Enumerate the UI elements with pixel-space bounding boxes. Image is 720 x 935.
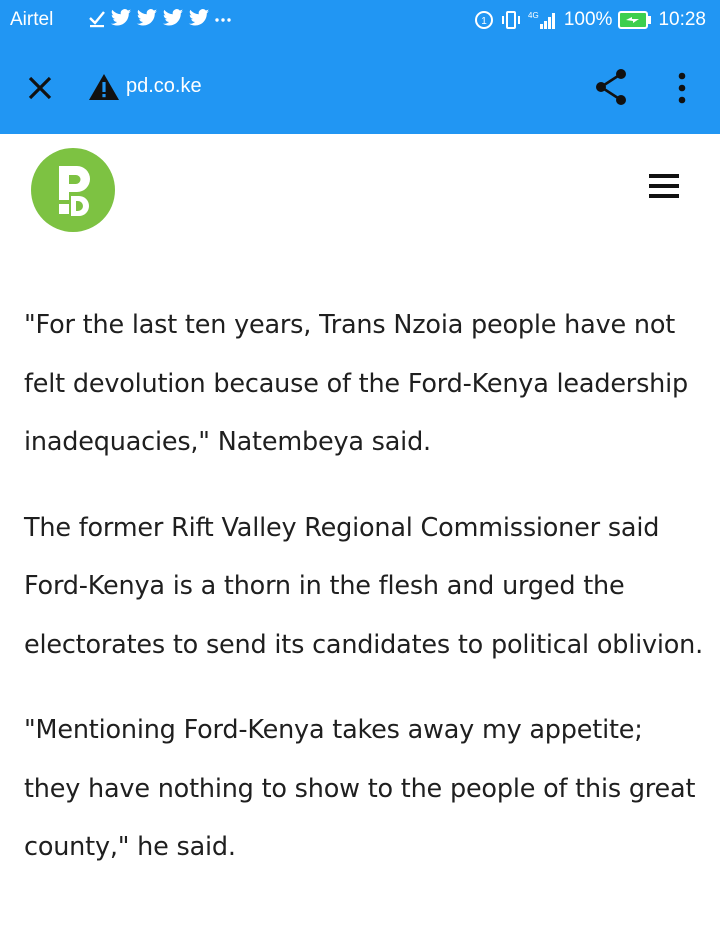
battery-charging-icon <box>618 11 652 29</box>
network-type-label: 4G <box>528 11 539 20</box>
article-body: "For the last ten years, Trans Nzoia peo… <box>24 296 704 904</box>
hamburger-icon[interactable] <box>648 172 680 200</box>
browser-toolbar: pd.co.ke <box>0 58 720 118</box>
status-bar: Airtel 1 4G 100% 10:28 <box>0 0 720 42</box>
battery-percent: 100% <box>563 9 613 30</box>
system-icons: 1 4G 100% 10:28 <box>474 9 706 31</box>
article-paragraph: The former Rift Valley Regional Commissi… <box>24 512 704 660</box>
warning-icon[interactable] <box>88 72 120 102</box>
notification-icons <box>88 8 232 28</box>
clock: 10:28 <box>658 9 706 30</box>
svg-text:1: 1 <box>481 16 487 27</box>
vibrate-icon <box>501 11 520 29</box>
site-header <box>0 134 720 254</box>
more-notifications-icon <box>215 18 231 22</box>
twitter-icon <box>136 9 158 26</box>
article-paragraph: "For the last ten years, Trans Nzoia peo… <box>24 310 689 457</box>
twitter-icon <box>110 9 132 26</box>
article-paragraph: "Mentioning Ford-Kenya takes away my app… <box>24 715 696 862</box>
carrier-label: Airtel <box>10 9 54 30</box>
browser-chrome: Airtel 1 4G 100% 10:28 pd.co.ke <box>0 0 720 134</box>
close-icon[interactable] <box>24 72 56 104</box>
twitter-icon <box>162 9 184 26</box>
download-done-icon <box>89 11 105 28</box>
site-logo[interactable] <box>31 148 115 232</box>
twitter-icon <box>188 9 210 26</box>
url-bar[interactable]: pd.co.ke <box>126 75 202 98</box>
data-saver-icon: 1 <box>474 11 493 29</box>
share-icon[interactable] <box>594 68 628 106</box>
more-vert-icon[interactable] <box>666 70 698 106</box>
signal-icon: 4G <box>528 11 555 29</box>
